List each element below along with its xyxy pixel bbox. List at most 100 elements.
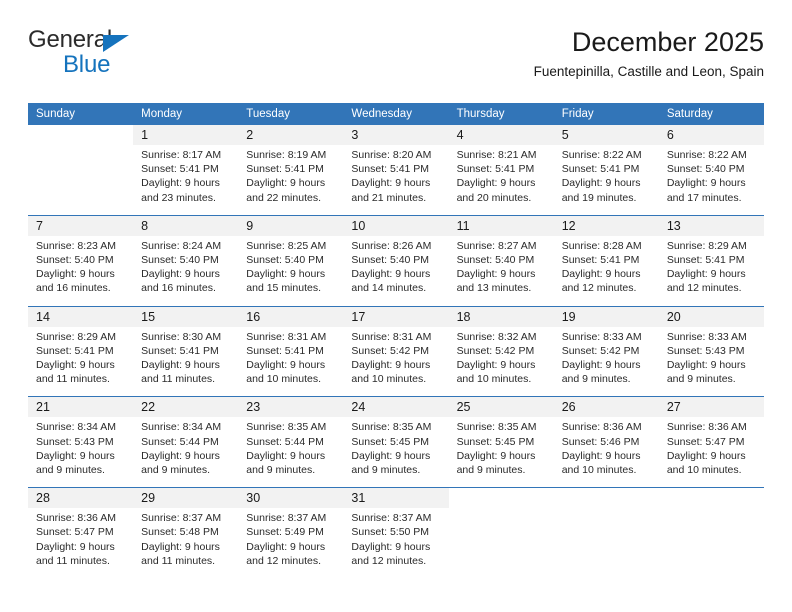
day-daylight-line1-text: Daylight: 9 hours: [561, 268, 641, 281]
calendar-page: General Blue December 2025 Fuentepinilla…: [0, 0, 792, 612]
day-sunrise-text: Sunrise: 8:29 AM: [36, 330, 116, 343]
day-sunrise-text: Sunrise: 8:37 AM: [246, 512, 327, 525]
calendar-day-details: Sunrise: 8:32 AM Sunset: 5:42 PM Daylight:…: [448, 326, 554, 397]
calendar-day-number[interactable]: 26: [553, 396, 659, 418]
calendar-day-details: Sunrise: 8:37 AM Sunset: 5:49 PM Daylight:…: [238, 508, 344, 579]
calendar-day-number[interactable]: 15: [133, 305, 239, 327]
calendar-day-number[interactable]: 24: [343, 396, 449, 418]
day-sunrise-text: Sunrise: 8:23 AM: [36, 239, 116, 252]
day-sunrise-text: Sunrise: 8:25 AM: [246, 239, 327, 252]
calendar-day-details: Sunrise: 8:37 AM Sunset: 5:48 PM Daylight:…: [133, 508, 239, 579]
weekday-header-friday: Friday: [553, 103, 659, 125]
calendar-day-details: Sunrise: 8:33 AM Sunset: 5:42 PM Daylight:…: [553, 326, 659, 397]
calendar-day-number[interactable]: 1: [133, 125, 239, 145]
calendar-day-number[interactable]: 13: [658, 214, 764, 236]
weekday-header-sunday: Sunday: [28, 103, 134, 125]
day-daylight-line2-text: and 9 minutes.: [141, 464, 211, 477]
day-daylight-line2-text: and 10 minutes.: [666, 464, 742, 477]
calendar-day-number[interactable]: 7: [28, 214, 134, 236]
day-daylight-line2-text: and 10 minutes.: [351, 373, 427, 386]
day-daylight-line2-text: and 16 minutes.: [36, 282, 111, 295]
day-sunset-text: Sunset: 5:44 PM: [246, 435, 324, 448]
day-daylight-line1-text: Daylight: 9 hours: [351, 449, 431, 462]
day-sunrise-text: Sunrise: 8:30 AM: [141, 330, 222, 343]
calendar-day-number[interactable]: 25: [448, 396, 554, 418]
calendar-day-details: Sunrise: 8:24 AM Sunset: 5:40 PM Daylight:…: [133, 235, 239, 307]
day-sunrise-text: Sunrise: 8:36 AM: [561, 421, 642, 434]
day-daylight-line1-text: Daylight: 9 hours: [666, 177, 746, 190]
calendar-day-details: Sunrise: 8:30 AM Sunset: 5:41 PM Daylight:…: [133, 326, 239, 397]
day-daylight-line1-text: Daylight: 9 hours: [141, 359, 220, 372]
calendar-day-details: Sunrise: 8:36 AM Sunset: 5:47 PM Daylight:…: [28, 508, 134, 579]
calendar-day-number[interactable]: 22: [133, 396, 239, 418]
calendar-week-daynumbers: 14 15 16 17 18 19 20: [28, 305, 764, 327]
day-sunset-text: Sunset: 5:40 PM: [246, 254, 324, 267]
calendar-day-number[interactable]: 31: [343, 487, 449, 509]
day-sunset-text: Sunset: 5:42 PM: [351, 344, 430, 357]
day-sunset-text: Sunset: 5:44 PM: [141, 435, 219, 448]
day-daylight-line2-text: and 11 minutes.: [36, 373, 110, 386]
weekday-header-tuesday: Tuesday: [238, 103, 344, 125]
calendar-day-number[interactable]: 21: [28, 396, 134, 418]
calendar-week-details: Sunrise: 8:36 AM Sunset: 5:47 PM Daylight:…: [28, 508, 764, 579]
calendar-day-number[interactable]: 3: [343, 125, 449, 145]
calendar-day-number[interactable]: 4: [448, 125, 554, 145]
day-sunset-text: Sunset: 5:40 PM: [351, 254, 430, 267]
day-daylight-line2-text: and 19 minutes.: [561, 191, 637, 204]
day-sunset-text: Sunset: 5:41 PM: [141, 163, 219, 176]
day-daylight-line1-text: Daylight: 9 hours: [666, 268, 746, 281]
calendar-day-number[interactable]: 5: [553, 125, 659, 145]
calendar-day-number[interactable]: 20: [658, 305, 764, 327]
day-sunrise-text: Sunrise: 8:19 AM: [246, 149, 327, 161]
day-sunset-text: Sunset: 5:45 PM: [456, 435, 535, 448]
calendar-day-details: Sunrise: 8:35 AM Sunset: 5:45 PM Daylight:…: [343, 417, 449, 488]
calendar-day-number[interactable]: 14: [28, 305, 134, 327]
day-sunset-text: Sunset: 5:43 PM: [666, 344, 745, 357]
day-daylight-line2-text: and 21 minutes.: [351, 191, 427, 204]
calendar-day-details: Sunrise: 8:19 AM Sunset: 5:41 PM Daylight:…: [238, 145, 344, 216]
calendar-day-number[interactable]: 9: [238, 214, 344, 236]
calendar-day-number[interactable]: 28: [28, 487, 134, 509]
day-sunrise-text: Sunrise: 8:35 AM: [246, 421, 327, 434]
calendar-body: 1 2 3 4 5 6 Sunrise: 8:17 AM Sunset: 5:41 PM Day…: [28, 125, 764, 579]
day-sunrise-text: Sunrise: 8:17 AM: [141, 149, 222, 161]
day-sunset-text: Sunset: 5:40 PM: [141, 254, 219, 267]
calendar-day-number[interactable]: 27: [658, 396, 764, 418]
calendar-day-details: Sunrise: 8:27 AM Sunset: 5:40 PM Daylight:…: [448, 235, 554, 307]
calendar-day-number[interactable]: 23: [238, 396, 344, 418]
calendar-week-daynumbers: 123456: [28, 125, 764, 145]
day-daylight-line2-text: and 9 minutes.: [561, 373, 631, 386]
calendar-day-number[interactable]: 12: [553, 214, 659, 236]
calendar-day-number[interactable]: 18: [448, 305, 554, 327]
calendar-day-empty: [553, 487, 659, 509]
calendar-week-daynumbers: 7 8 9 10 11 12 13: [28, 214, 764, 236]
day-daylight-line2-text: and 17 minutes.: [666, 191, 742, 204]
calendar-day-number[interactable]: 29: [133, 487, 239, 509]
calendar-day-number[interactable]: 6: [658, 125, 764, 145]
calendar-day-number[interactable]: 2: [238, 125, 344, 145]
day-sunset-text: Sunset: 5:41 PM: [246, 344, 324, 357]
day-sunrise-text: Sunrise: 8:36 AM: [36, 512, 116, 525]
day-sunset-text: Sunset: 5:41 PM: [456, 163, 535, 176]
calendar-day-number[interactable]: 8: [133, 214, 239, 236]
day-daylight-line1-text: Daylight: 9 hours: [666, 449, 746, 462]
calendar-day-number[interactable]: 11: [448, 214, 554, 236]
day-sunset-text: Sunset: 5:40 PM: [456, 254, 535, 267]
generalblue-logo[interactable]: General Blue: [28, 26, 268, 86]
day-sunset-text: Sunset: 5:47 PM: [666, 435, 745, 448]
day-sunset-text: Sunset: 5:42 PM: [561, 344, 640, 357]
day-daylight-line1-text: Daylight: 9 hours: [351, 540, 431, 553]
day-daylight-line2-text: and 15 minutes.: [246, 282, 321, 295]
calendar-day-empty-details: [553, 508, 659, 579]
calendar-day-number[interactable]: 19: [553, 305, 659, 327]
calendar-day-number[interactable]: 10: [343, 214, 449, 236]
calendar-day-number[interactable]: 17: [343, 305, 449, 327]
day-sunrise-text: Sunrise: 8:26 AM: [351, 239, 432, 252]
day-daylight-line2-text: and 12 minutes.: [351, 554, 427, 567]
day-daylight-line2-text: and 9 minutes.: [351, 464, 421, 477]
calendar-day-details: Sunrise: 8:29 AM Sunset: 5:41 PM Daylight:…: [28, 326, 134, 397]
calendar-day-number[interactable]: 30: [238, 487, 344, 509]
calendar-day-details: Sunrise: 8:35 AM Sunset: 5:45 PM Daylight:…: [448, 417, 554, 488]
day-daylight-line1-text: Daylight: 9 hours: [561, 359, 641, 372]
calendar-day-number[interactable]: 16: [238, 305, 344, 327]
